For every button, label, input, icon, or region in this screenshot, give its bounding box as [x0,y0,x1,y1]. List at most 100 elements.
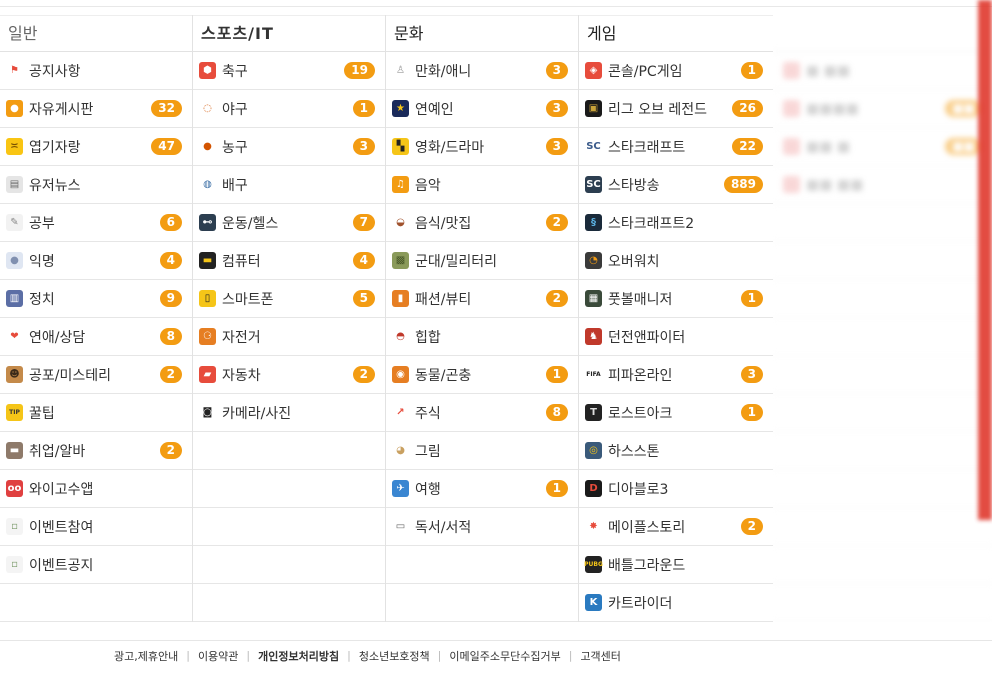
board-link[interactable]: oo 와이고수앱 [0,470,192,508]
laughing-face-icon: ≍ [6,138,23,155]
board-label: 카트라이더 [608,595,673,612]
car-icon: ▰ [199,366,216,383]
board-link[interactable]: ◍ 배구 [193,166,385,204]
footer-link[interactable]: 청소년보호정책 [359,648,430,664]
column-title[interactable]: 문화 [386,15,578,52]
board-link[interactable]: ✸ 메이플스토리 2 [579,508,773,546]
board-link[interactable]: ♙ 만화/애니 3 [386,52,578,90]
column-title[interactable]: 게임 [579,15,773,52]
board-link[interactable]: ▩ 군대/밀리터리 [386,242,578,280]
new-post-count-badge: 3 [352,138,375,155]
board-link[interactable]: PUBG 배틀그라운드 [579,546,773,584]
board-label: 컴퓨터 [222,253,261,270]
board-link[interactable]: ● 농구 3 [193,128,385,166]
board-link[interactable]: ◙ 카메라/사진 [193,394,385,432]
broken-image-icon: ▫ [6,556,23,573]
empty-cell [0,584,192,622]
new-post-count-badge: 8 [545,404,568,421]
blurred-badge: ■■ [945,100,982,117]
camouflage-icon: ▩ [392,252,409,269]
board-label: 만화/애니 [415,63,472,80]
new-post-count-badge: 4 [352,252,375,269]
empty-cell [193,470,385,508]
board-link[interactable]: ▦ 풋볼매니저 1 [579,280,773,318]
maple-leaf-icon: ✸ [589,520,598,532]
board-link[interactable]: § 스타크래프트2 [579,204,773,242]
new-post-count-badge: 3 [545,100,568,117]
new-post-count-badge: 2 [352,366,375,383]
board-link[interactable]: ⚑ 공지사항 [0,52,192,90]
board-link[interactable]: ◒ 음식/맛집 2 [386,204,578,242]
footer-link[interactable]: 이메일주소무단수집거부 [449,648,560,664]
board-link[interactable]: ▫ 이벤트참여 [0,508,192,546]
board-link[interactable]: D 디아블로3 [579,470,773,508]
board-link[interactable]: ▥ 정치 9 [0,280,192,318]
blurred-label: ■■ ■■ [806,176,864,193]
board-link[interactable]: TIP 꿀팁 [0,394,192,432]
board-link[interactable]: ▭ 독서/서적 [386,508,578,546]
starcraft2-logo-icon: § [585,214,602,231]
board-label: 정치 [29,291,55,308]
blurred-side-panel: ■ ■■ ■■■■ ■■ ■■ ■ ■■ ■■ ■■ [773,15,992,622]
red-side-tab[interactable] [978,0,992,520]
board-link[interactable]: ♫ 음악 [386,166,578,204]
board-link[interactable]: ▚ 영화/드라마 3 [386,128,578,166]
board-link[interactable]: ● 자유게시판 32 [0,90,192,128]
board-link[interactable]: ▯ 스마트폰 5 [193,280,385,318]
board-link[interactable]: ♞ 던전앤파이터 [579,318,773,356]
new-post-count-badge: 8 [159,328,182,345]
board-label: 자동차 [222,367,261,384]
empty-cell [386,546,578,584]
empty-cell [193,546,385,584]
board-link[interactable]: ◎ 하스스톤 [579,432,773,470]
board-link[interactable]: ◕ 그림 [386,432,578,470]
board-label: 자유게시판 [29,101,94,118]
board-label: 와이고수앱 [29,481,94,498]
board-link[interactable]: ↗ 주식 8 [386,394,578,432]
board-link[interactable]: ▰ 자동차 2 [193,356,385,394]
board-link[interactable]: ● 익명 4 [0,242,192,280]
footer-link[interactable]: 고객센터 [580,648,620,664]
board-link[interactable]: K 카트라이더 [579,584,773,622]
board-label: 이벤트공지 [29,557,94,574]
board-link[interactable]: ◉ 동물/곤충 1 [386,356,578,394]
board-link[interactable]: ≍ 엽기자랑 47 [0,128,192,166]
board-label: 콘솔/PC게임 [608,63,683,80]
board-link[interactable]: ⚆ 자전거 [193,318,385,356]
board-link[interactable]: ◌ 야구 1 [193,90,385,128]
column-title[interactable]: 스포츠/IT [193,15,385,52]
new-post-count-badge: 2 [740,518,763,535]
footer-link[interactable]: 개인정보처리방침 [258,648,339,664]
board-link[interactable]: ◈ 콘솔/PC게임 1 [579,52,773,90]
board-link[interactable]: ▫ 이벤트공지 [0,546,192,584]
board-link[interactable]: SC 스타크래프트 22 [579,128,773,166]
blurred-empty-row [773,432,992,470]
board-label: 리그 오브 레전드 [608,101,708,118]
board-link[interactable]: ❤ 연애/상담 8 [0,318,192,356]
column-title[interactable]: 일반 [0,15,192,52]
board-link[interactable]: FIFA 피파온라인 3 [579,356,773,394]
footer-link[interactable]: 광고,제휴안내 [114,648,178,664]
kartrider-icon: K [585,594,602,611]
board-link[interactable]: ◓ 힙합 [386,318,578,356]
board-link[interactable]: ★ 연예인 3 [386,90,578,128]
board-link[interactable]: T 로스트아크 1 [579,394,773,432]
board-link[interactable]: ✈ 여행 1 [386,470,578,508]
open-book-icon: ▭ [395,520,406,532]
footer-links: 광고,제휴안내 | 이용약관 | 개인정보처리방침 | 청소년보호정책 | 이메일주소무단수집거… [0,640,992,670]
board-link[interactable]: ▬ 컴퓨터 4 [193,242,385,280]
board-link[interactable]: ✎ 공부 6 [0,204,192,242]
board-link[interactable]: ⬢ 축구 19 [193,52,385,90]
new-post-count-badge: 2 [159,442,182,459]
board-link[interactable]: ☻ 공포/미스테리 2 [0,356,192,394]
board-link[interactable]: ▤ 유저뉴스 [0,166,192,204]
board-link[interactable]: ▣ 리그 오브 레전드 26 [579,90,773,128]
board-link[interactable]: ▬ 취업/알바 2 [0,432,192,470]
footer-link[interactable]: 이용약관 [198,648,238,664]
board-link[interactable]: ▮ 패션/뷰티 2 [386,280,578,318]
board-link[interactable]: ⊷ 운동/헬스 7 [193,204,385,242]
battlegrounds-icon: PUBG [584,556,603,573]
blurred-empty-row [773,584,992,622]
board-link[interactable]: ◔ 오버워치 [579,242,773,280]
board-link[interactable]: SC 스타방송 889 [579,166,773,204]
